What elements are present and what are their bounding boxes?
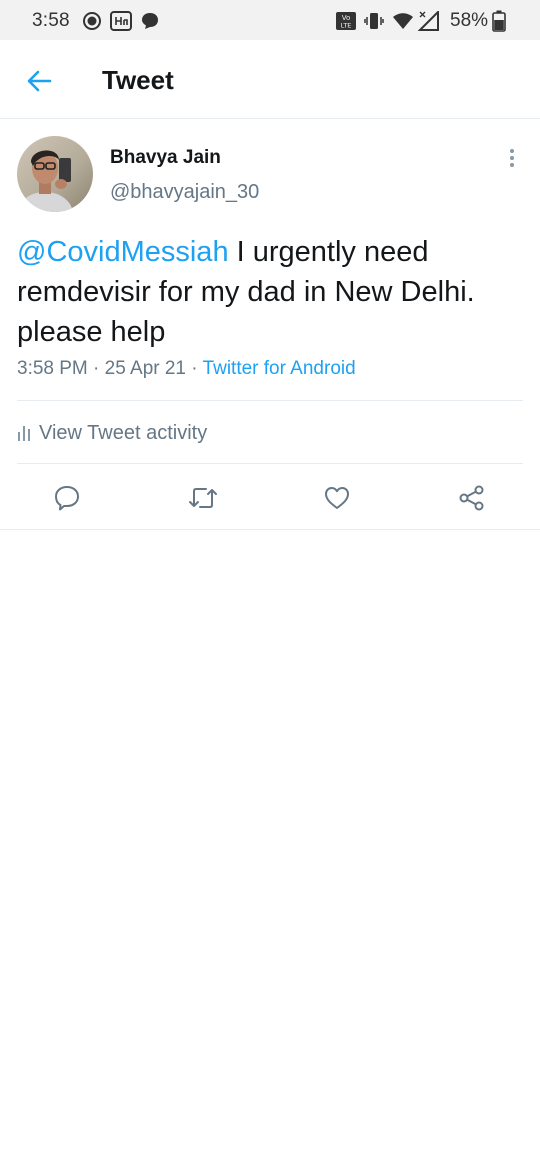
retweet-button[interactable] [187, 482, 219, 514]
reply-icon [55, 486, 79, 511]
page-title: Tweet [102, 65, 174, 95]
signal-icon [418, 10, 440, 32]
view-tweet-activity-label: View Tweet activity [39, 421, 208, 444]
share-icon [459, 485, 484, 511]
status-time: 3:58 [32, 10, 70, 31]
tweet-time: 3:58 PM [17, 358, 88, 379]
tweet-text-line3: please help [17, 316, 166, 348]
status-bar: 3:58 Vo LTE 58% [0, 0, 540, 40]
meta-separator: · [186, 358, 203, 379]
share-button[interactable] [456, 482, 488, 514]
reply-button[interactable] [51, 482, 83, 514]
divider [17, 463, 523, 464]
back-arrow-icon [27, 70, 52, 92]
more-vertical-icon [510, 149, 514, 167]
like-icon [325, 487, 349, 509]
wifi-icon [392, 10, 414, 32]
mention-link[interactable]: @CovidMessiah [17, 236, 229, 268]
tweet-date: 25 Apr 21 [104, 358, 186, 379]
author-handle[interactable]: @bhavyajain_30 [110, 181, 259, 204]
tweet-text-line1: I urgently need [228, 236, 429, 268]
like-button[interactable] [321, 482, 353, 514]
bar-chart-icon [18, 426, 30, 441]
app-notification-icon [110, 10, 132, 32]
tweet-text-line2: remdevisir for my dad in New Delhi. [17, 276, 475, 308]
app-bar: Tweet [0, 40, 540, 119]
svg-text:LTE: LTE [341, 22, 352, 30]
divider [17, 400, 523, 401]
battery-icon [492, 10, 506, 32]
vibrate-icon [364, 10, 384, 32]
record-icon [82, 10, 102, 32]
back-button[interactable] [22, 64, 56, 98]
tweet-actions [0, 470, 540, 530]
battery-percent: 58% [450, 10, 489, 31]
meta-separator: · [87, 358, 105, 379]
tweet-source-link[interactable]: Twitter for Android [203, 358, 356, 379]
author-name[interactable]: Bhavya Jain [110, 147, 221, 169]
tweet-meta: 3:58 PM · 25 Apr 21 · Twitter for Androi… [17, 358, 356, 380]
avatar[interactable] [17, 136, 93, 212]
retweet-icon [189, 488, 217, 508]
more-options-button[interactable] [500, 146, 524, 170]
volte-icon: Vo LTE [335, 10, 357, 32]
message-icon [140, 10, 160, 32]
view-tweet-activity-button[interactable]: View Tweet activity [17, 420, 207, 446]
tweet-text: @CovidMessiah I urgently need remdevisir… [17, 232, 527, 352]
